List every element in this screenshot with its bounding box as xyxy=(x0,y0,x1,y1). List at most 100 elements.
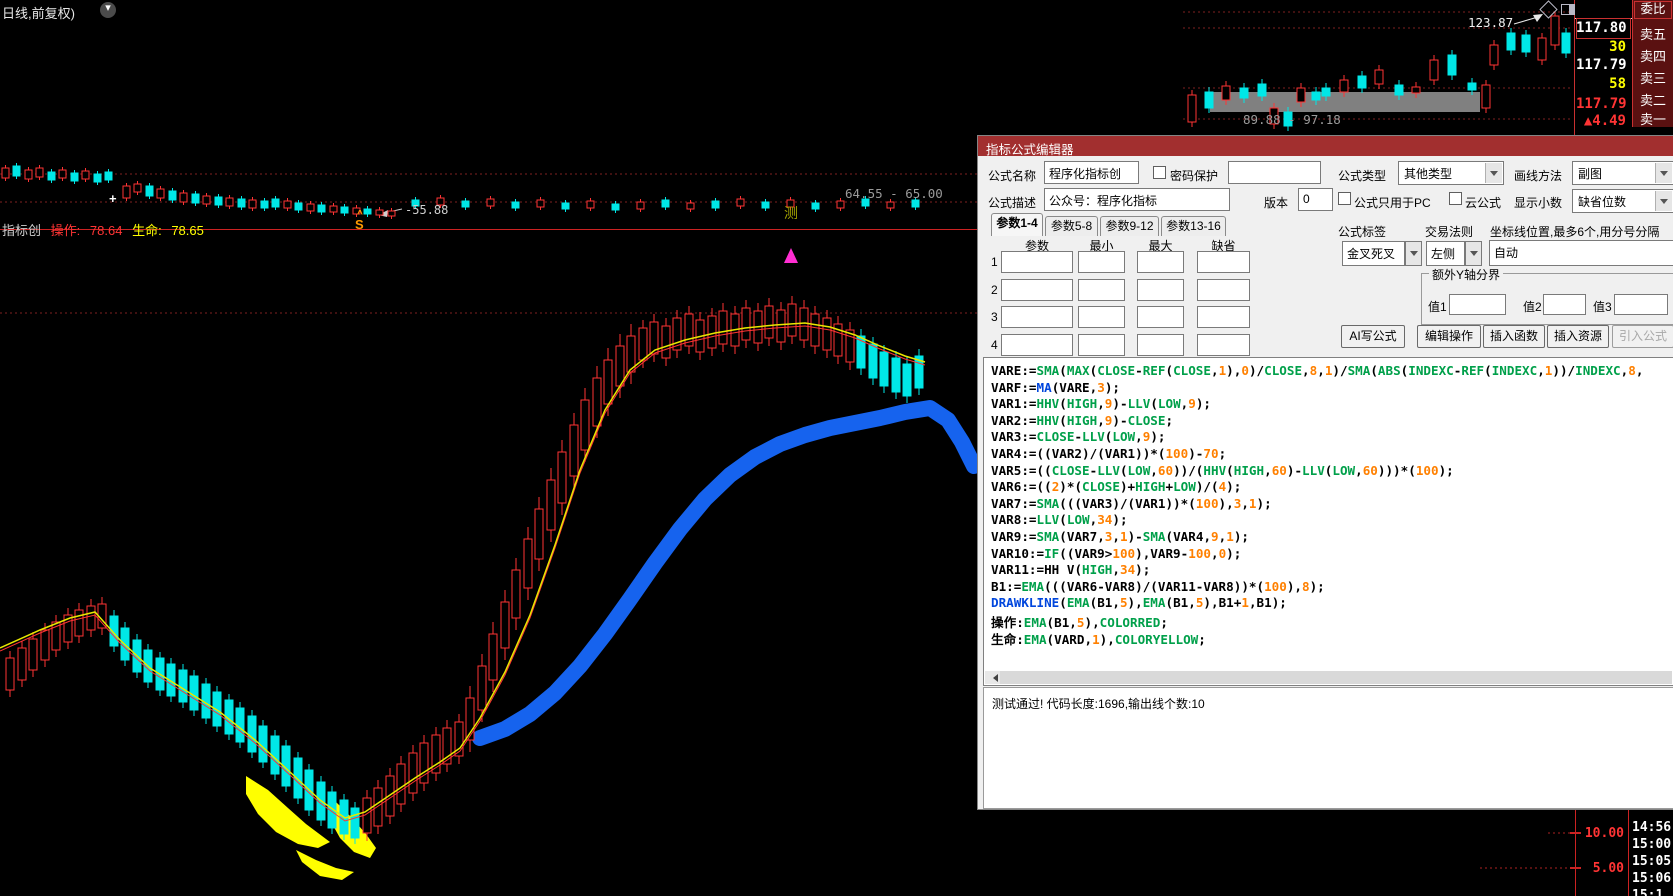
cloud-checkbox[interactable] xyxy=(1449,192,1462,205)
time-axis-value: 15:00 xyxy=(1632,837,1673,852)
tag-combo[interactable]: 金叉死叉 xyxy=(1342,241,1405,266)
quote-value[interactable]: 30 xyxy=(1576,39,1626,55)
param-input-r2c3[interactable] xyxy=(1137,279,1184,301)
tag-label: 公式标签 xyxy=(1338,223,1386,240)
indicator-header: 指标创 操作: 78.64 生命: 78.65 xyxy=(2,220,210,239)
code-line: VAR11:=HH V(HIGH,34); xyxy=(984,562,1673,579)
param-input-r2c1[interactable] xyxy=(1001,279,1073,301)
quote-value[interactable]: 117.80 xyxy=(1576,20,1626,36)
code-line: VAR1:=HHV(HIGH,9)-LLV(LOW,9); xyxy=(984,396,1673,413)
formula-editor-dialog: 指标公式编辑器 公式名称 程序化指标创 密码保护 公式类型 其他类型 画线方法 … xyxy=(977,135,1673,810)
code-line: VAR2:=HHV(HIGH,9)-CLOSE; xyxy=(984,413,1673,430)
quote-label-3[interactable]: 卖三 xyxy=(1633,68,1673,87)
chevron-down-icon[interactable]: ▾ xyxy=(100,2,116,18)
quote-label-1[interactable]: 卖五 xyxy=(1633,24,1673,43)
code-line: VARE:=SMA(MAX(CLOSE-REF(CLOSE,1),0)/CLOS… xyxy=(984,363,1673,380)
line1-value: 78.64 xyxy=(90,223,123,238)
extra-name-input[interactable] xyxy=(1228,161,1321,184)
ce-mark: 测 xyxy=(784,203,798,223)
line2-label: 生命: xyxy=(132,223,162,238)
mini-high-annotation: 123.87 xyxy=(1468,15,1513,30)
param-input-r1c1[interactable] xyxy=(1001,251,1073,273)
tab-params-1-4[interactable]: 参数1-4 xyxy=(991,213,1043,236)
scroll-left-icon[interactable] xyxy=(985,671,1000,684)
split-panel-icon[interactable] xyxy=(1561,4,1575,15)
decimal-value: 缺省位数 xyxy=(1578,195,1626,209)
draw-method-dropdown[interactable]: 副图 xyxy=(1572,161,1673,185)
param-input-r3c3[interactable] xyxy=(1137,306,1184,328)
edit-operation-button[interactable]: 编辑操作 xyxy=(1417,325,1481,348)
quote-value[interactable]: 58 xyxy=(1576,76,1626,92)
tag-combo-arrow[interactable] xyxy=(1405,241,1422,266)
ai-write-formula-button[interactable]: AI写公式 xyxy=(1341,325,1405,348)
quote-label-5[interactable]: 卖一 xyxy=(1633,109,1673,128)
param-input-r1c3[interactable] xyxy=(1137,251,1184,273)
insert-function-button[interactable]: 插入函数 xyxy=(1483,325,1545,348)
value2-label: 值2 xyxy=(1523,298,1542,315)
rule-label: 交易法则 xyxy=(1425,223,1473,240)
param-input-r2c4[interactable] xyxy=(1197,279,1250,301)
extra-y-label: 额外Y轴分界 xyxy=(1429,266,1503,283)
param-input-r4c1[interactable] xyxy=(1001,334,1073,356)
indicator-name: 指标创 xyxy=(2,223,41,238)
param-input-r3c2[interactable] xyxy=(1078,306,1125,328)
desc-label: 公式描述 xyxy=(988,194,1036,211)
mini-annotation-arrow xyxy=(1514,17,1538,24)
name-input[interactable]: 程序化指标创 xyxy=(1044,161,1139,184)
param-input-r1c4[interactable] xyxy=(1197,251,1250,273)
param-input-r2c2[interactable] xyxy=(1078,279,1125,301)
time-axis-value: 15:05 xyxy=(1632,854,1673,869)
type-dropdown[interactable]: 其他类型 xyxy=(1398,161,1504,185)
decimal-dropdown[interactable]: 缺省位数 xyxy=(1572,189,1673,213)
code-editor[interactable]: VARE:=SMA(MAX(CLOSE-REF(CLOSE,1),0)/CLOS… xyxy=(983,357,1673,686)
quote-value[interactable]: 117.79 xyxy=(1576,57,1626,73)
quote-value[interactable]: 117.79 xyxy=(1576,96,1626,112)
value1-label: 值1 xyxy=(1428,298,1447,315)
param-input-r1c2[interactable] xyxy=(1078,251,1125,273)
param-row-number: 4 xyxy=(991,338,998,352)
cloud-label: 云公式 xyxy=(1465,194,1501,211)
param-input-r3c1[interactable] xyxy=(1001,306,1073,328)
rule-combo[interactable]: 左侧 xyxy=(1426,241,1465,266)
param-input-r4c4[interactable] xyxy=(1197,334,1250,356)
plus-marker: + xyxy=(109,191,117,206)
code-line: VAR8:=LLV(LOW,34); xyxy=(984,512,1673,529)
password-checkbox[interactable] xyxy=(1153,166,1166,179)
value3-input[interactable] xyxy=(1614,294,1668,315)
tab-params-9-12[interactable]: 参数9-12 xyxy=(1100,216,1159,236)
desc-input[interactable]: 公众号：程序化指标 xyxy=(1044,188,1230,211)
code-line: VAR9:=SMA(VAR7,3,1)-SMA(VAR4,9,1); xyxy=(984,529,1673,546)
value1-input[interactable] xyxy=(1449,294,1506,315)
code-line: 操作:EMA(B1,5),COLORRED; xyxy=(984,612,1673,629)
quote-label-4[interactable]: 卖二 xyxy=(1633,90,1673,109)
quote-value[interactable]: ▲4.49 xyxy=(1576,113,1626,129)
param-input-r3c4[interactable] xyxy=(1197,306,1250,328)
code-line: VAR3:=CLOSE-LLV(LOW,9); xyxy=(984,429,1673,446)
import-formula-button[interactable]: 引入公式 xyxy=(1612,325,1673,348)
chevron-down-icon[interactable] xyxy=(1655,191,1672,211)
rule-combo-arrow[interactable] xyxy=(1465,241,1482,266)
code-line: DRAWKLINE(EMA(B1,5),EMA(B1,5),B1+1,B1); xyxy=(984,595,1673,612)
param-row-number: 3 xyxy=(991,310,998,324)
version-input[interactable]: 0 xyxy=(1298,188,1333,211)
value2-input[interactable] xyxy=(1543,294,1586,315)
code-line: VAR7:=SMA(((VAR3)/(VAR1))*(100),3,1); xyxy=(984,496,1673,513)
quote-label-2[interactable]: 卖四 xyxy=(1633,46,1673,65)
version-label: 版本 xyxy=(1264,194,1288,211)
tab-params-13-16[interactable]: 参数13-16 xyxy=(1161,216,1226,236)
chevron-down-icon[interactable] xyxy=(1655,163,1672,183)
pc-only-checkbox[interactable] xyxy=(1338,192,1351,205)
tab-params-5-8[interactable]: 参数5-8 xyxy=(1045,216,1098,236)
time-axis-value: 15:06 xyxy=(1632,871,1673,886)
insert-resource-button[interactable]: 插入资源 xyxy=(1547,325,1609,348)
status-text: 测试通过! 代码长度:1696,输出线个数:10 xyxy=(992,697,1205,711)
param-row-number: 1 xyxy=(991,255,998,269)
param-input-r4c3[interactable] xyxy=(1137,334,1184,356)
code-line: VAR10:=IF((VAR9>100),VAR9-100,0); xyxy=(984,546,1673,563)
chevron-down-icon[interactable] xyxy=(1485,163,1502,183)
param-input-r4c2[interactable] xyxy=(1078,334,1125,356)
dialog-title-bar[interactable]: 指标公式编辑器 xyxy=(978,136,1673,156)
quote-header[interactable]: 委比 xyxy=(1634,1,1672,19)
coord-input[interactable]: 自动 xyxy=(1489,240,1673,266)
code-hscrollbar[interactable] xyxy=(985,671,1672,684)
